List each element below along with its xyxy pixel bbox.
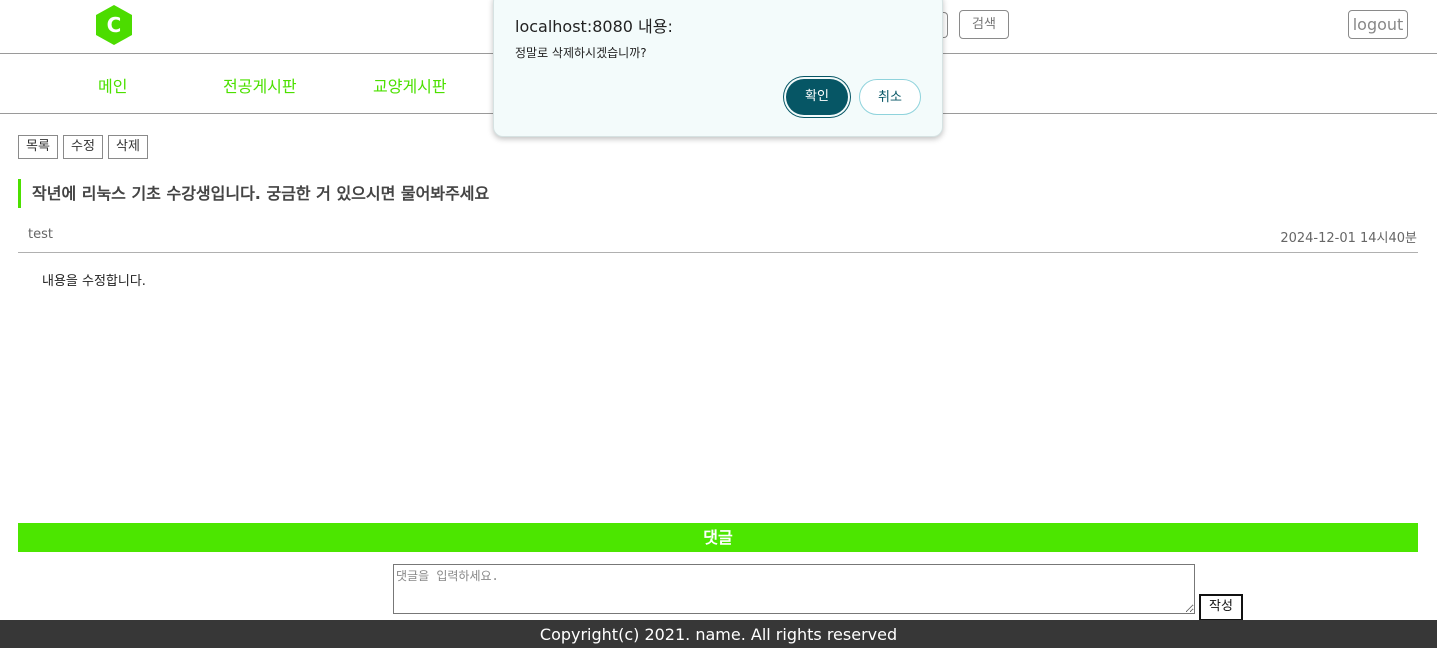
- comment-submit-button[interactable]: 작성: [1199, 594, 1243, 621]
- search-button[interactable]: 검색: [959, 10, 1009, 39]
- post-date: 2024-12-01 14시40분: [1280, 231, 1417, 246]
- dialog-title: localhost:8080 내용:: [515, 17, 673, 36]
- delete-button[interactable]: 삭제: [108, 135, 148, 159]
- post-content: 내용을 수정합니다.: [42, 274, 146, 289]
- edit-button[interactable]: 수정: [63, 135, 103, 159]
- dialog-cancel-button[interactable]: 취소: [859, 79, 921, 115]
- comment-input[interactable]: [393, 564, 1195, 614]
- logout-button[interactable]: logout: [1348, 10, 1408, 39]
- list-button[interactable]: 목록: [18, 135, 58, 159]
- post-author: test: [28, 227, 53, 242]
- nav-item-major-board[interactable]: 전공게시판: [223, 73, 297, 97]
- dialog-ok-button[interactable]: 확인: [786, 79, 848, 115]
- footer-copyright: Copyright(c) 2021. name. All rights rese…: [0, 620, 1437, 648]
- dialog-message: 정말로 삭제하시겠습니까?: [515, 46, 647, 60]
- svg-text:C: C: [107, 13, 122, 37]
- comment-section-header: 댓글: [18, 523, 1418, 552]
- logo-icon[interactable]: C: [95, 4, 133, 46]
- post-title: 작년에 리눅스 기초 수강생입니다. 궁금한 거 있으시면 물어봐주세요: [18, 179, 489, 208]
- post-divider: [18, 252, 1418, 253]
- confirm-dialog: localhost:8080 내용: 정말로 삭제하시겠습니까? 확인 취소: [493, 0, 943, 137]
- nav-item-liberal-board[interactable]: 교양게시판: [373, 73, 447, 97]
- nav-item-main[interactable]: 메인: [98, 73, 127, 97]
